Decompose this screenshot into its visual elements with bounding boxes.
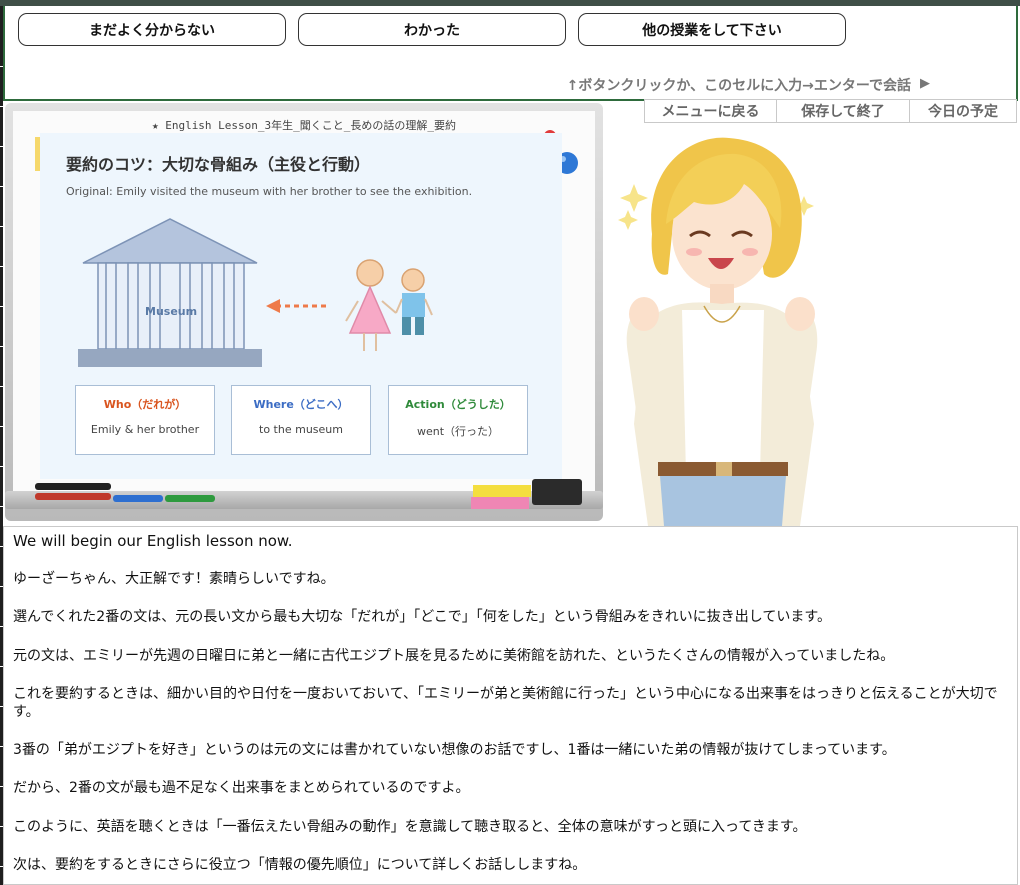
action-value: went（行った） [416,425,500,438]
where-box: Where（どこへ） to the museum [231,385,371,455]
message-line: だから、2番の文が最も過不足なく出来事をまとめられているのですよ。 [13,780,470,796]
todays-schedule-button[interactable]: 今日の予定 [910,99,1017,123]
message-line: 3番の「弟がエジプトを好き」というのは元の文には書かれていない想像のお話ですし、… [13,742,896,758]
eraser-icon [532,479,582,505]
where-value: to the museum [259,423,343,436]
pink-sticky-pad [471,497,529,509]
message-line: 次は、要約をするときにさらに役立つ「情報の優先順位」について詳しくお話ししますね… [13,857,587,873]
teacher-character-avatar [604,124,838,526]
museum-icon [78,218,262,367]
choice-button-other-lesson[interactable]: 他の授業をして下さい [578,13,846,46]
blue-marker-icon [113,495,163,502]
emily-figure-icon [345,259,397,351]
message-line: このように、英語を聴くときは「一番伝えたい骨組みの動作」を意識して聴き取ると、全… [13,819,807,835]
brother-figure-icon [395,268,433,335]
where-label: Where（どこへ） [253,398,349,411]
choice-button-not-understand[interactable]: まだよく分からない [18,13,286,46]
red-marker-icon [35,493,111,500]
green-marker-icon [165,495,215,502]
conversation-log[interactable]: We will begin our English lesson now. ゆー… [3,526,1018,885]
who-box: Who（だれが） Emily & her brother [75,385,215,455]
message-line: 選んでくれた2番の文は、元の長い文から最も大切な「だれが」「どこで」「何をした」… [13,609,831,625]
action-box: Action（どうした） went（行った） [388,385,528,455]
who-value: Emily & her brother [90,423,200,436]
message-line: We will begin our English lesson now. [13,532,293,550]
whiteboard: ★ English Lesson_3年生_聞くこと_長めの話の理解_要約 要約の… [5,103,603,521]
yellow-sticky-pad [473,485,531,497]
message-line: ゆーざーちゃん、大正解です！素晴らしいですね。 [13,571,335,587]
action-label: Action（どうした） [405,398,511,411]
sparkle-icon [618,210,638,230]
lesson-slide: 要約のコツ：大切な骨組み（主役と行動） Original: Emily visi… [40,133,562,479]
input-hint: ↑ボタンクリックか、このセルに入力→エンターで会話 [566,78,911,94]
choice-button-understood[interactable]: わかった [298,13,566,46]
who-label: Who（だれが） [103,398,187,411]
message-line: 元の文は、エミリーが先週の日曜日に弟と一緒に古代エジプト展を見るために美術館を訪… [13,648,895,664]
message-line: これを要約するときは、細かい目的や日付を一度おいておいて、「エミリーが弟と美術館… [13,686,998,720]
black-marker-icon [35,483,111,490]
save-and-exit-button[interactable]: 保存して終了 [777,99,910,123]
nav-bar: メニューに戻る 保存して終了 今日の予定 [644,99,1017,123]
sparkle-icon [620,184,648,212]
museum-label: Museum [145,305,198,318]
play-arrow-icon: ▶ [920,76,930,91]
dashed-arrow-icon [266,299,326,313]
control-panel[interactable]: まだよく分からない わかった 他の授業をして下さい ↑ボタンクリックか、このセル… [3,6,1018,101]
back-to-menu-button[interactable]: メニューに戻る [644,99,777,123]
